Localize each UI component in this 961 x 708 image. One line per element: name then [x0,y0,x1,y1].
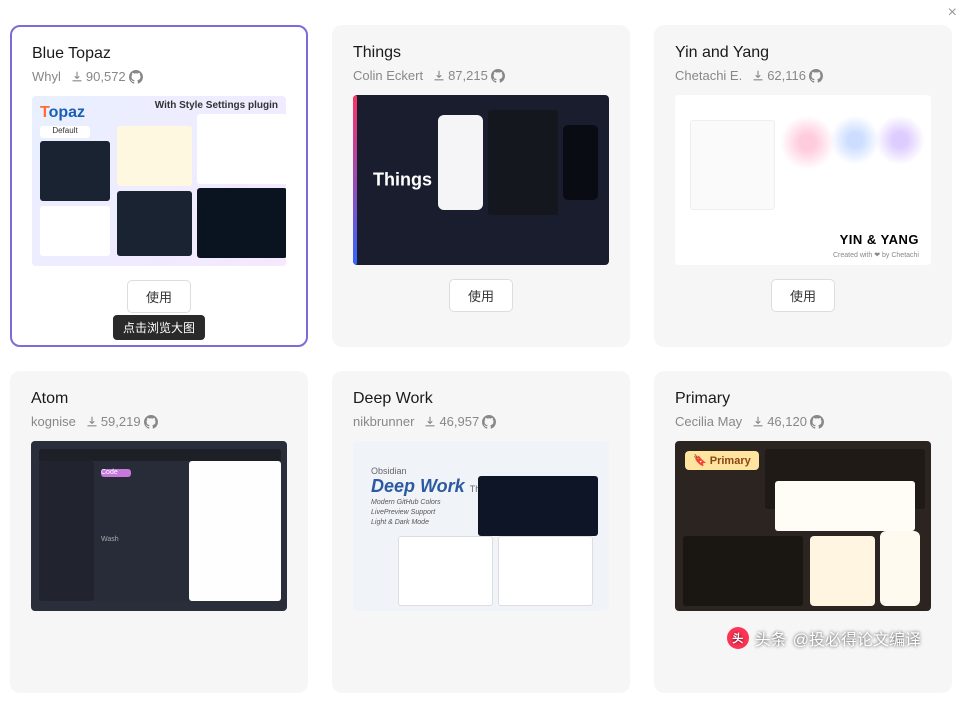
theme-title: Things [353,44,609,62]
github-icon[interactable] [482,415,496,429]
theme-author: Chetachi E. [675,68,742,83]
deepwork-feature: Modern GitHub Colors [371,499,441,506]
download-icon [752,416,764,428]
theme-author: Cecilia May [675,414,742,429]
theme-card-things[interactable]: Things Colin Eckert 87,215 Things 使用 [332,25,630,347]
theme-downloads: 90,572 [71,69,143,84]
theme-meta: Cecilia May 46,120 [675,414,931,429]
watermark-handle: @投必得论文编译 [793,626,921,650]
theme-downloads: 46,120 [752,414,824,429]
use-button[interactable]: 使用 [449,279,513,312]
theme-preview[interactable]: YIN & YANG Created with ❤ by Chetachi [675,95,931,265]
atom-code-label: Code [101,469,131,477]
download-count: 87,215 [448,68,488,83]
theme-meta: kognise 59,219 [31,414,287,429]
download-count: 62,116 [767,68,806,83]
theme-grid: Blue Topaz Whyl 90,572 Topaz With Style … [10,10,951,708]
theme-downloads: 59,219 [86,414,158,429]
yinyang-credit: Created with ❤ by Chetachi [833,251,919,259]
theme-preview[interactable]: Topaz With Style Settings plugin Default [32,96,286,266]
theme-card-atom[interactable]: Atom kognise 59,219 Code Wash [10,371,308,693]
theme-meta: nikbrunner 46,957 [353,414,609,429]
theme-title: Blue Topaz [32,45,286,63]
use-button[interactable]: 使用 [127,280,191,313]
theme-title: Primary [675,390,931,408]
theme-preview[interactable]: 🔖 Primary [675,441,931,611]
github-icon[interactable] [809,69,823,83]
download-count: 46,120 [767,414,807,429]
preview-tooltip: 点击浏览大图 [113,315,205,340]
yinyang-logo: YIN & YANG [840,232,919,247]
topaz-logo: Topaz [40,104,85,122]
theme-downloads: 46,957 [424,414,496,429]
theme-title: Yin and Yang [675,44,931,62]
theme-author: kognise [31,414,76,429]
github-icon[interactable] [129,70,143,84]
github-icon[interactable] [491,69,505,83]
download-icon [86,416,98,428]
theme-title: Deep Work [353,390,609,408]
theme-card-blue-topaz[interactable]: Blue Topaz Whyl 90,572 Topaz With Style … [10,25,308,347]
download-count: 59,219 [101,414,141,429]
topaz-default-label: Default [40,126,90,138]
theme-meta: Whyl 90,572 [32,69,286,84]
github-icon[interactable] [144,415,158,429]
theme-downloads: 87,215 [433,68,505,83]
deepwork-obsidian-label: Obsidian [371,466,407,476]
theme-author: Colin Eckert [353,68,423,83]
download-icon [424,416,436,428]
deepwork-feature: LivePreview Support [371,509,435,516]
watermark-icon: 头 [727,627,749,649]
topaz-settings-label: With Style Settings plugin [155,100,278,111]
download-icon [752,70,764,82]
download-count: 46,957 [439,414,479,429]
watermark-label: 头条 [755,626,787,650]
theme-author: nikbrunner [353,414,414,429]
theme-author: Whyl [32,69,61,84]
download-icon [71,71,83,83]
theme-preview[interactable]: Things [353,95,609,265]
theme-meta: Chetachi E. 62,116 [675,68,931,83]
theme-card-deep-work[interactable]: Deep Work nikbrunner 46,957 Obsidian Dee… [332,371,630,693]
atom-wash-label: Wash [101,536,131,544]
primary-badge: 🔖 Primary [685,451,759,470]
github-icon[interactable] [810,415,824,429]
theme-title: Atom [31,390,287,408]
use-button[interactable]: 使用 [771,279,835,312]
watermark: 头 头条 @投必得论文编译 [727,626,921,650]
download-icon [433,70,445,82]
theme-downloads: 62,116 [752,68,823,83]
things-logo: Things [373,170,432,191]
deepwork-feature: Light & Dark Mode [371,519,429,526]
theme-meta: Colin Eckert 87,215 [353,68,609,83]
theme-preview[interactable]: Code Wash [31,441,287,611]
download-count: 90,572 [86,69,126,84]
theme-card-yin-yang[interactable]: Yin and Yang Chetachi E. 62,116 YIN & YA… [654,25,952,347]
theme-preview[interactable]: Obsidian Deep Work Theme Modern GitHub C… [353,441,609,611]
close-icon[interactable]: × [948,4,957,22]
